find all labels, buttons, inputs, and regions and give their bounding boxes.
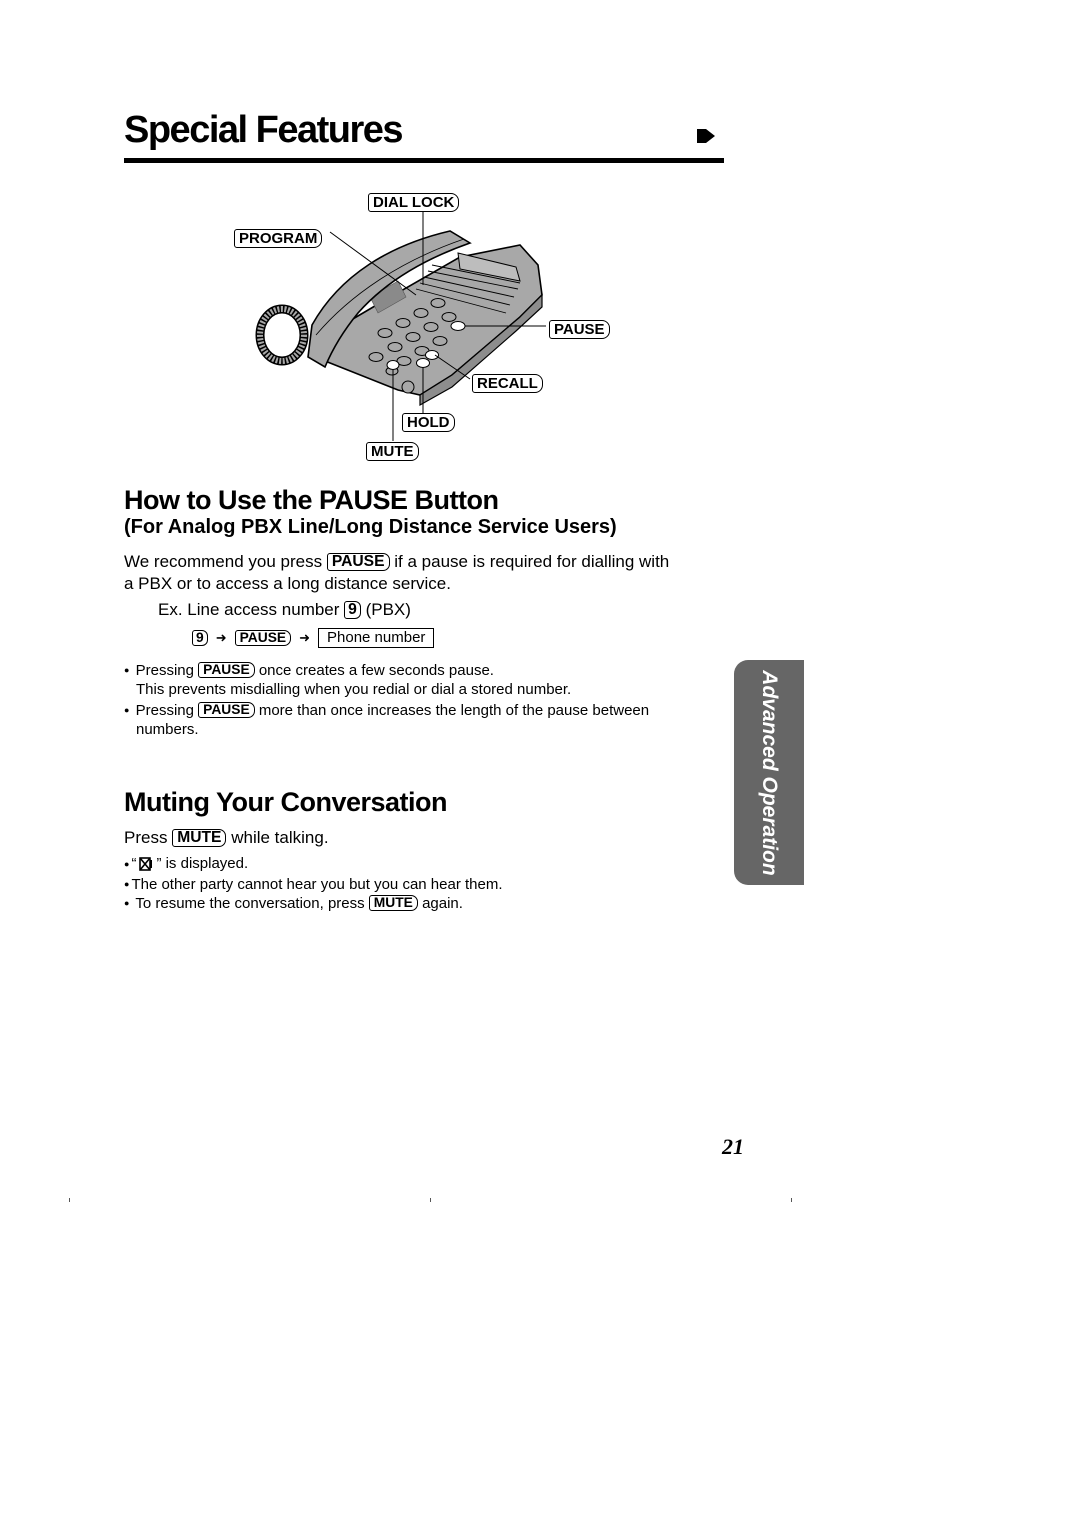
section-tab-label: Advanced Operation bbox=[758, 669, 781, 876]
mute-bullet-other-party: The other party cannot hear you but you … bbox=[124, 874, 502, 895]
text: To resume the conversation, press bbox=[135, 895, 365, 912]
text: while talking. bbox=[231, 828, 329, 847]
section-heading-pause: How to Use the PAUSE Button bbox=[124, 485, 499, 515]
pause-key: PAUSE bbox=[198, 702, 255, 719]
registration-mark bbox=[791, 1198, 792, 1202]
pause-bullet-1: Pressing PAUSE once creates a few second… bbox=[124, 660, 494, 681]
text: again. bbox=[422, 895, 463, 912]
text: once creates a few seconds pause. bbox=[258, 662, 494, 679]
text: Press bbox=[124, 828, 168, 847]
arrow-right-icon: ➜ bbox=[299, 630, 311, 645]
callout-dial-lock: DIAL LOCK bbox=[368, 193, 460, 212]
pause-bullet-2-continuation: numbers. bbox=[136, 721, 199, 738]
pause-bullet-2: Pressing PAUSE more than once increases … bbox=[124, 700, 649, 721]
recommend-text: We recommend you press PAUSE if a pause … bbox=[124, 551, 669, 573]
callout-recall: RECALL bbox=[472, 374, 543, 393]
text: ” is displayed. bbox=[156, 855, 249, 872]
text: (PBX) bbox=[365, 600, 411, 619]
section-subheading-pause: (For Analog PBX Line/Long Distance Servi… bbox=[124, 516, 617, 538]
pause-key: PAUSE bbox=[198, 662, 255, 679]
section-tab: Advanced Operation bbox=[734, 660, 804, 885]
registration-mark bbox=[69, 1198, 70, 1202]
page-title: Special Features bbox=[124, 109, 404, 151]
press-mute-text: Press MUTE while talking. bbox=[124, 827, 329, 849]
recommend-text-line2: a PBX or to access a long distance servi… bbox=[124, 574, 451, 593]
text: We recommend you press bbox=[124, 552, 323, 571]
arrow-right-icon: ➜ bbox=[215, 630, 227, 645]
title-underline bbox=[124, 158, 724, 163]
callout-pause: PAUSE bbox=[549, 320, 610, 339]
dial-sequence: 9 ➜ PAUSE ➜ Phone number bbox=[192, 628, 435, 648]
section-heading-mute: Muting Your Conversation bbox=[124, 787, 448, 817]
page-number: 21 bbox=[722, 1134, 744, 1159]
mute-icon bbox=[139, 857, 153, 871]
callout-mute: MUTE bbox=[366, 442, 419, 461]
text: if a pause is required for dialling with bbox=[394, 552, 670, 571]
telephone-diagram: DIAL LOCK PROGRAM PAUSE RECALL HOLD MUTE bbox=[220, 185, 640, 465]
text: more than once increases the length of t… bbox=[258, 702, 650, 719]
text: Pressing bbox=[135, 662, 194, 679]
text: “ bbox=[131, 855, 137, 872]
pause-key: PAUSE bbox=[234, 629, 292, 647]
registration-mark bbox=[430, 1198, 431, 1202]
example-text: Ex. Line access number 9 (PBX) bbox=[158, 599, 411, 621]
mute-key: MUTE bbox=[172, 829, 227, 848]
callout-hold: HOLD bbox=[402, 413, 455, 432]
digit-9-key: 9 bbox=[344, 601, 361, 620]
arrow-right-icon bbox=[697, 129, 715, 143]
text: Pressing bbox=[135, 702, 194, 719]
phone-number-box: Phone number bbox=[318, 628, 435, 648]
pause-bullet-1-continuation: This prevents misdialling when you redia… bbox=[136, 681, 572, 698]
pause-key: PAUSE bbox=[326, 553, 390, 572]
digit-9-key: 9 bbox=[192, 629, 208, 647]
mute-bullet-resume: To resume the conversation, press MUTE a… bbox=[124, 893, 463, 914]
text: Ex. Line access number bbox=[158, 600, 340, 619]
callout-program: PROGRAM bbox=[234, 229, 323, 248]
mute-bullet-displayed: “ ” is displayed. bbox=[124, 854, 248, 874]
mute-key: MUTE bbox=[368, 895, 418, 912]
